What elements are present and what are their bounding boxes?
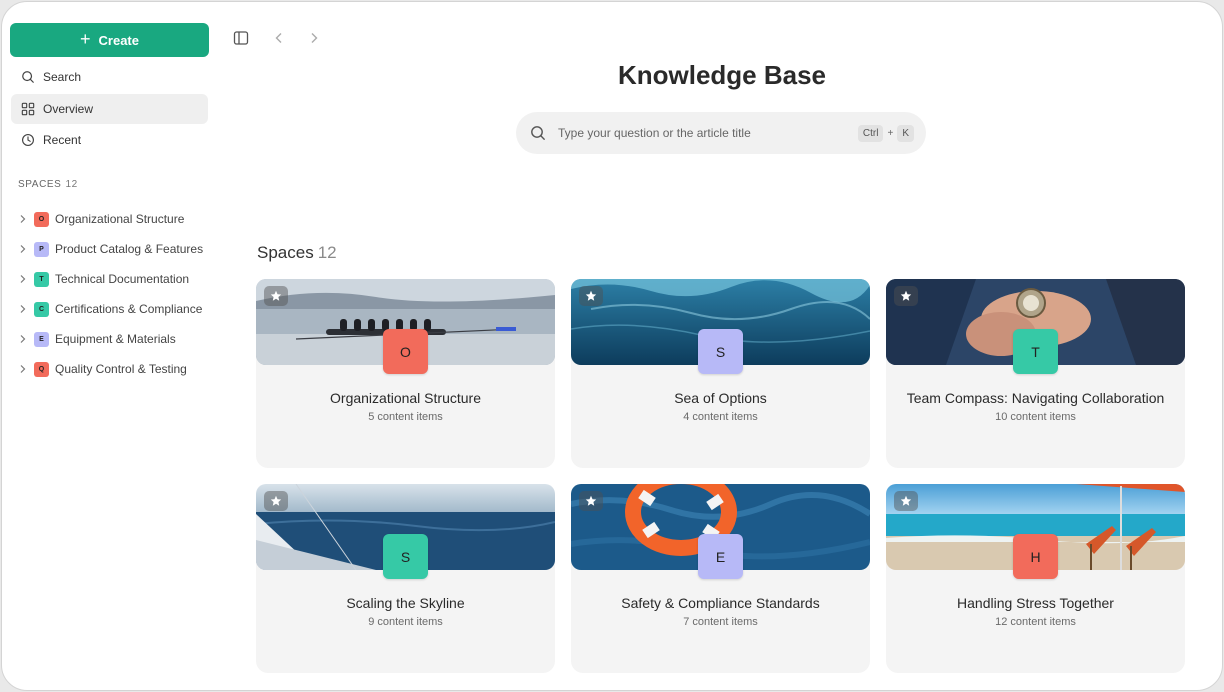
sidebar: + Create Search Overview Recent SPACES 12…: [2, 2, 220, 690]
spaces-count: 12: [65, 179, 78, 190]
card-subtitle: 4 content items: [683, 411, 758, 423]
back-arrow-icon[interactable]: [271, 30, 287, 46]
grid-icon: [21, 102, 35, 116]
keyboard-shortcut: Ctrl + K: [857, 124, 914, 142]
space-card[interactable]: H Handling Stress Together 12 content it…: [886, 484, 1185, 673]
app-window: + Create Search Overview Recent SPACES 12…: [1, 1, 1223, 691]
create-button-label: Create: [98, 32, 139, 48]
spaces-section-title: Spaces 12: [257, 243, 337, 263]
favorite-star-icon[interactable]: [579, 286, 603, 306]
card-title: Team Compass: Navigating Collaboration: [906, 390, 1165, 406]
space-avatar: E: [698, 534, 743, 579]
nav-overview[interactable]: Overview: [11, 94, 208, 124]
chevron-right-icon[interactable]: [18, 214, 28, 224]
create-button[interactable]: + Create: [10, 23, 209, 57]
favorite-star-icon[interactable]: [264, 286, 288, 306]
nav-recent[interactable]: Recent: [11, 125, 208, 155]
card-subtitle: 7 content items: [683, 616, 758, 628]
space-badge: C: [34, 301, 49, 317]
search-input[interactable]: Type your question or the article title …: [516, 112, 926, 154]
space-label: Quality Control & Testing: [55, 362, 187, 376]
space-label: Equipment & Materials: [55, 332, 176, 346]
favorite-star-icon[interactable]: [264, 491, 288, 511]
section-count: 12: [317, 243, 337, 262]
card-subtitle: 9 content items: [368, 616, 443, 628]
space-avatar: T: [1013, 329, 1058, 374]
nav-search[interactable]: Search: [11, 62, 208, 92]
space-label: Certifications & Compliance: [55, 302, 203, 316]
space-badge: P: [34, 241, 49, 257]
search-icon: [531, 126, 545, 140]
shortcut-key-k: K: [897, 124, 914, 142]
sidebar-space-4[interactable]: E Equipment & Materials: [18, 327, 213, 351]
favorite-star-icon[interactable]: [579, 491, 603, 511]
favorite-star-icon[interactable]: [894, 491, 918, 511]
nav-overview-label: Overview: [43, 102, 94, 116]
sidebar-toggle-icon[interactable]: [233, 30, 249, 46]
chevron-right-icon[interactable]: [18, 364, 28, 374]
space-card[interactable]: S Scaling the Skyline 9 content items: [256, 484, 555, 673]
favorite-star-icon[interactable]: [894, 286, 918, 306]
card-subtitle: 10 content items: [995, 411, 1076, 423]
card-title: Scaling the Skyline: [346, 595, 465, 611]
forward-arrow-icon[interactable]: [306, 30, 322, 46]
sidebar-space-5[interactable]: Q Quality Control & Testing: [18, 357, 213, 381]
search-placeholder: Type your question or the article title: [558, 126, 751, 140]
card-title: Handling Stress Together: [957, 595, 1114, 611]
sidebar-space-3[interactable]: C Certifications & Compliance: [18, 297, 213, 321]
search-icon: [22, 71, 34, 83]
card-title: Safety & Compliance Standards: [621, 595, 820, 611]
nav-recent-label: Recent: [43, 133, 82, 147]
spaces-header-text: SPACES: [18, 179, 62, 190]
clock-icon: [22, 134, 34, 146]
space-badge: E: [34, 331, 49, 347]
space-card[interactable]: S Sea of Options 4 content items: [571, 279, 870, 468]
shortcut-key-ctrl: Ctrl: [857, 124, 884, 142]
space-badge: T: [34, 271, 49, 287]
page-title: Knowledge Base: [617, 60, 827, 90]
card-title: Sea of Options: [674, 390, 767, 406]
space-avatar: S: [383, 534, 428, 579]
plus-icon: +: [80, 29, 91, 49]
chevron-right-icon[interactable]: [18, 304, 28, 314]
space-label: Technical Documentation: [55, 272, 190, 286]
sidebar-space-2[interactable]: T Technical Documentation: [18, 267, 213, 291]
section-title-text: Spaces: [257, 243, 314, 262]
space-label: Product Catalog & Features: [55, 242, 204, 256]
shortcut-plus: +: [887, 127, 894, 139]
chevron-right-icon[interactable]: [18, 334, 28, 344]
spaces-section-label: SPACES 12: [18, 179, 78, 190]
sidebar-space-0[interactable]: O Organizational Structure: [18, 207, 213, 231]
card-subtitle: 5 content items: [368, 411, 443, 423]
space-badge: O: [34, 211, 49, 227]
space-card[interactable]: E Safety & Compliance Standards 7 conten…: [571, 484, 870, 673]
chevron-right-icon[interactable]: [18, 244, 28, 254]
space-avatar: H: [1013, 534, 1058, 579]
space-card[interactable]: T Team Compass: Navigating Collaboration…: [886, 279, 1185, 468]
card-subtitle: 12 content items: [995, 616, 1076, 628]
space-avatar: O: [383, 329, 428, 374]
space-badge: Q: [34, 361, 49, 377]
space-avatar: S: [698, 329, 743, 374]
card-title: Organizational Structure: [330, 390, 481, 406]
space-label: Organizational Structure: [55, 212, 185, 226]
nav-search-label: Search: [43, 70, 82, 84]
space-card[interactable]: O Organizational Structure 5 content ite…: [256, 279, 555, 468]
sidebar-space-1[interactable]: P Product Catalog & Features: [18, 237, 213, 261]
chevron-right-icon[interactable]: [18, 274, 28, 284]
